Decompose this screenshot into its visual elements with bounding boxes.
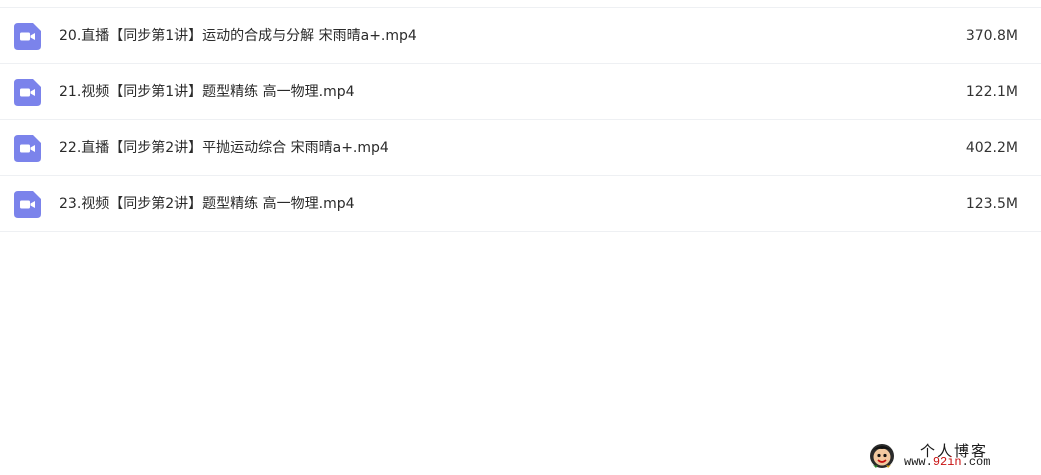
cartoon-face-logo-icon — [870, 444, 894, 468]
file-name[interactable]: 22.直播【同步第2讲】平抛运动综合 宋雨晴a+.mp4 — [59, 120, 389, 176]
file-size: 402.2M — [965, 140, 1018, 156]
file-name[interactable]: 21.视频【同步第1讲】题型精练 高一物理.mp4 — [59, 64, 355, 120]
watermark-url-accent: 92in — [932, 455, 962, 469]
video-file-icon — [14, 191, 41, 218]
file-size: 123.5M — [965, 196, 1018, 212]
file-row[interactable]: 22.直播【同步第2讲】平抛运动综合 宋雨晴a+.mp4 402.2M — [0, 120, 1041, 176]
file-name[interactable]: 23.视频【同步第2讲】题型精练 高一物理.mp4 — [59, 176, 355, 232]
video-file-icon — [14, 79, 41, 106]
file-row[interactable]: 21.视频【同步第1讲】题型精练 高一物理.mp4 122.1M — [0, 64, 1041, 120]
file-row[interactable]: 23.视频【同步第2讲】题型精练 高一物理.mp4 123.5M — [0, 176, 1041, 232]
file-list-page: 20.直播【同步第1讲】运动的合成与分解 宋雨晴a+.mp4 370.8M 21… — [0, 0, 1041, 475]
file-name[interactable]: 20.直播【同步第1讲】运动的合成与分解 宋雨晴a+.mp4 — [59, 8, 417, 64]
video-file-icon — [14, 23, 41, 50]
watermark-url: www.92in.com — [904, 455, 991, 469]
video-file-icon — [14, 135, 41, 162]
file-size: 370.8M — [965, 28, 1018, 44]
file-row[interactable]: 20.直播【同步第1讲】运动的合成与分解 宋雨晴a+.mp4 370.8M — [0, 8, 1041, 64]
watermark: 个人博客 www.92in.com — [868, 440, 1033, 470]
file-size: 122.1M — [965, 84, 1018, 100]
file-list: 20.直播【同步第1讲】运动的合成与分解 宋雨晴a+.mp4 370.8M 21… — [0, 8, 1041, 232]
